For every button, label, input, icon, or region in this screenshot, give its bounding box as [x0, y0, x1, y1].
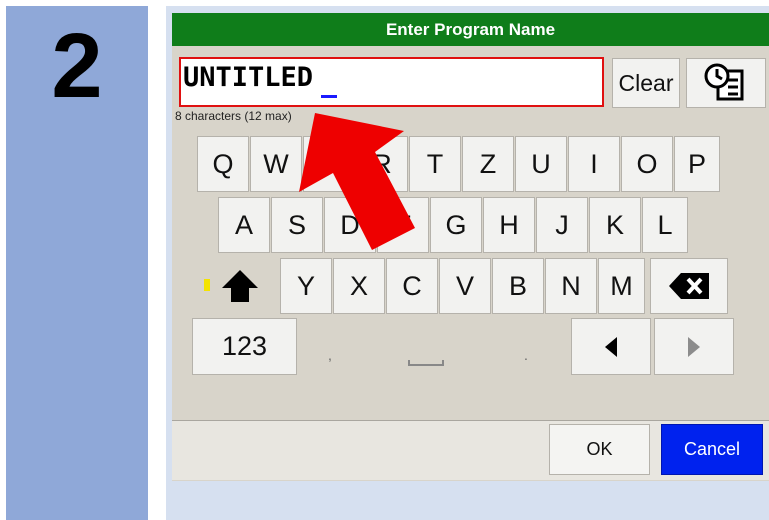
key-o[interactable]: O — [621, 136, 673, 192]
history-button[interactable] — [686, 58, 766, 108]
key-x[interactable]: X — [333, 258, 385, 314]
key-q[interactable]: Q — [197, 136, 249, 192]
clear-button[interactable]: Clear — [612, 58, 680, 108]
shift-lock-indicator — [204, 279, 210, 291]
ok-button[interactable]: OK — [549, 424, 650, 475]
key-h[interactable]: H — [483, 197, 535, 253]
space-key[interactable] — [392, 335, 462, 375]
clock-list-icon — [704, 63, 744, 101]
arrow-left-icon — [605, 336, 617, 357]
step-number: 2 — [51, 15, 103, 117]
numbers-key[interactable]: 123 — [192, 318, 297, 375]
cancel-button[interactable]: Cancel — [661, 424, 763, 475]
shift-up-arrow-icon — [222, 270, 258, 302]
dialog-title: Enter Program Name — [172, 13, 769, 46]
key-w[interactable]: W — [250, 136, 302, 192]
key-z[interactable]: Z — [462, 136, 514, 192]
key-t[interactable]: T — [409, 136, 461, 192]
cursor-left-key[interactable] — [571, 318, 651, 375]
space-icon — [408, 360, 444, 366]
key-d[interactable]: D — [324, 197, 376, 253]
backspace-icon — [669, 273, 709, 299]
key-m[interactable]: M — [598, 258, 645, 314]
key-c[interactable]: C — [386, 258, 438, 314]
key-v[interactable]: V — [439, 258, 491, 314]
program-name-value: UNTITLED — [183, 62, 314, 93]
key-y[interactable]: Y — [280, 258, 332, 314]
key-j[interactable]: J — [536, 197, 588, 253]
backspace-key[interactable] — [650, 258, 728, 314]
key-a[interactable]: A — [218, 197, 270, 253]
key-l[interactable]: L — [642, 197, 688, 253]
key-n[interactable]: N — [545, 258, 597, 314]
key-k[interactable]: K — [589, 197, 641, 253]
key-s[interactable]: S — [271, 197, 323, 253]
key-r[interactable]: R — [356, 136, 408, 192]
cursor-right-key[interactable] — [654, 318, 734, 375]
text-cursor — [321, 95, 337, 98]
key-b[interactable]: B — [492, 258, 544, 314]
comma-key[interactable]: , — [328, 347, 332, 363]
arrow-right-icon — [688, 336, 700, 357]
key-e[interactable]: E — [303, 136, 355, 192]
period-key[interactable]: . — [524, 347, 528, 363]
key-g[interactable]: G — [430, 197, 482, 253]
character-count: 8 characters (12 max) — [175, 109, 292, 123]
key-f[interactable]: F — [377, 197, 429, 253]
key-i[interactable]: I — [568, 136, 620, 192]
key-p[interactable]: P — [674, 136, 720, 192]
shift-key[interactable] — [214, 258, 266, 314]
key-u[interactable]: U — [515, 136, 567, 192]
